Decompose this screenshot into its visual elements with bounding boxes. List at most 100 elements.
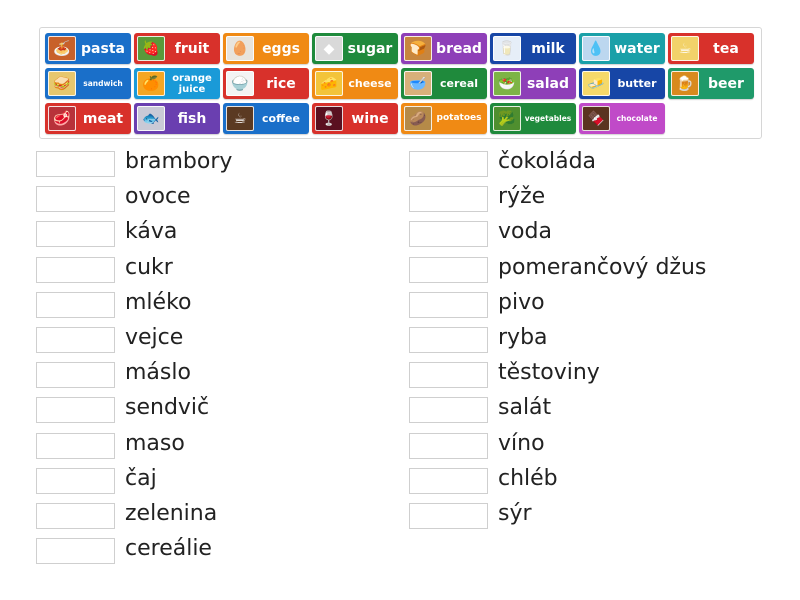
drop-slot[interactable] — [36, 503, 115, 529]
answer-tile-fruit[interactable]: 🍓 fruit — [134, 33, 220, 64]
czech-word: cukr — [125, 254, 173, 280]
drop-slot[interactable] — [36, 291, 115, 318]
answer-tile-label: cheese — [348, 77, 392, 90]
wine-icon: 🍷 — [315, 106, 343, 131]
answer-tile-label: coffee — [262, 112, 300, 125]
answer-tile-potatoes[interactable]: 🥔 potatoes — [401, 103, 487, 134]
answer-tile-label: potatoes — [436, 113, 482, 123]
answer-tile-label: wine — [351, 110, 389, 127]
drop-slot[interactable] — [409, 327, 488, 353]
answer-tile-cereal[interactable]: 🥣 cereal — [401, 68, 487, 99]
answer-tile-label: vegetables — [524, 113, 572, 123]
answer-tile-label: bread — [436, 40, 482, 57]
answer-tile-water[interactable]: 💧 water — [579, 33, 665, 64]
drop-slot[interactable] — [36, 186, 115, 213]
answer-tile-label: sugar — [347, 40, 393, 57]
czech-word: ryba — [498, 325, 548, 350]
drop-slot[interactable] — [409, 503, 488, 529]
pasta-icon: 🍝 — [48, 36, 76, 61]
drop-slot[interactable] — [36, 221, 115, 248]
answer-tile-milk[interactable]: 🥛 milk — [490, 33, 576, 64]
answer-tile-pasta[interactable]: 🍝 pasta — [45, 33, 131, 64]
drop-slot[interactable] — [409, 397, 488, 424]
coffee-icon: ☕ — [226, 106, 254, 131]
answer-tile-meat[interactable]: 🥩 meat — [45, 103, 131, 134]
answer-tile-label: fruit — [174, 40, 210, 57]
tea-icon: ☕ — [671, 36, 699, 61]
answer-tile-label: fish — [177, 110, 207, 127]
drop-slot[interactable] — [36, 538, 115, 565]
answer-tile-label: pasta — [81, 40, 125, 57]
drop-slot[interactable] — [409, 362, 488, 389]
answer-tile-sandwich[interactable]: 🥪 sandwich — [45, 68, 131, 99]
butter-icon: 🧈 — [582, 71, 610, 96]
answer-tile-label: orange juice — [172, 72, 212, 95]
czech-word: salát — [498, 395, 552, 421]
answer-tile-vegetables[interactable]: 🥦 vegetables — [490, 103, 576, 134]
drop-slot[interactable] — [409, 432, 488, 459]
drop-slot[interactable] — [36, 327, 115, 353]
answer-bank: 🍝 pasta 🍓 fruit 🥚 eggs ◆ sugar 🍞 bread 🥛 milk 💧 water… — [39, 27, 762, 139]
drop-slot[interactable] — [36, 256, 115, 283]
answer-tile-label: butter — [617, 77, 657, 90]
vegetables-icon: 🥦 — [493, 106, 521, 131]
drop-slot[interactable] — [36, 432, 115, 459]
answer-tile-sugar[interactable]: ◆ sugar — [312, 33, 398, 64]
sandwich-icon: 🥪 — [48, 71, 76, 96]
answer-tile-label: salad — [526, 75, 570, 92]
answer-tile-label: tea — [713, 40, 739, 57]
czech-word: rýže — [498, 184, 546, 210]
czech-word: ovoce — [125, 184, 191, 210]
fruit-icon: 🍓 — [137, 36, 165, 61]
czech-word: brambory — [125, 149, 233, 174]
meat-icon: 🥩 — [48, 106, 76, 131]
beer-icon: 🍺 — [671, 71, 699, 96]
salad-icon: 🥗 — [493, 71, 521, 96]
cheese-icon: 🧀 — [315, 71, 343, 96]
answer-tile-coffee[interactable]: ☕ coffee — [223, 103, 309, 134]
answer-tile-wine[interactable]: 🍷 wine — [312, 103, 398, 134]
potatoes-icon: 🥔 — [404, 106, 432, 131]
drop-slot[interactable] — [409, 186, 488, 213]
answer-tile-fish[interactable]: 🐟 fish — [134, 103, 220, 134]
drop-slot[interactable] — [36, 467, 115, 494]
answer-tile-butter[interactable]: 🧈 butter — [579, 68, 665, 99]
answer-tile-salad[interactable]: 🥗 salad — [490, 68, 576, 99]
drop-slot[interactable] — [409, 467, 488, 494]
answer-tile-label: eggs — [262, 40, 300, 57]
czech-word: voda — [498, 219, 552, 245]
answer-tile-rice[interactable]: 🍚 rice — [223, 68, 309, 99]
water-icon: 💧 — [582, 36, 610, 61]
cereal-icon: 🥣 — [404, 71, 432, 96]
answer-tile-bread[interactable]: 🍞 bread — [401, 33, 487, 64]
answer-tile-chocolate[interactable]: 🍫 chocolate — [579, 103, 665, 134]
answer-tile-orange-juice[interactable]: 🍊 orange juice — [134, 68, 220, 99]
answer-tile-eggs[interactable]: 🥚 eggs — [223, 33, 309, 64]
drop-slot[interactable] — [36, 397, 115, 424]
drop-slot[interactable] — [36, 151, 115, 177]
rice-icon: 🍚 — [226, 71, 254, 96]
answer-tile-label: sandwich — [83, 78, 123, 88]
sugar-icon: ◆ — [315, 36, 343, 61]
drop-slot[interactable] — [409, 256, 488, 283]
czech-word: pomerančový džus — [498, 254, 707, 280]
czech-word: víno — [498, 430, 545, 456]
czech-word: mléko — [125, 289, 192, 315]
chocolate-icon: 🍫 — [582, 106, 610, 131]
czech-word: maso — [125, 430, 185, 456]
answer-tile-label: meat — [82, 110, 124, 127]
drop-slot[interactable] — [409, 151, 488, 177]
answer-tile-beer[interactable]: 🍺 beer — [668, 68, 754, 99]
answer-tile-tea[interactable]: ☕ tea — [668, 33, 754, 64]
answer-tile-label: rice — [266, 75, 296, 92]
czech-word: chléb — [498, 465, 558, 491]
drop-slot[interactable] — [36, 362, 115, 389]
drop-slot[interactable] — [409, 221, 488, 248]
czech-word: čaj — [125, 465, 157, 491]
answer-tile-label: beer — [708, 75, 744, 92]
answer-tile-label: chocolate — [616, 113, 658, 123]
eggs-icon: 🥚 — [226, 36, 254, 61]
drop-slot[interactable] — [409, 291, 488, 318]
answer-tile-cheese[interactable]: 🧀 cheese — [312, 68, 398, 99]
orange-juice-icon: 🍊 — [137, 71, 165, 96]
